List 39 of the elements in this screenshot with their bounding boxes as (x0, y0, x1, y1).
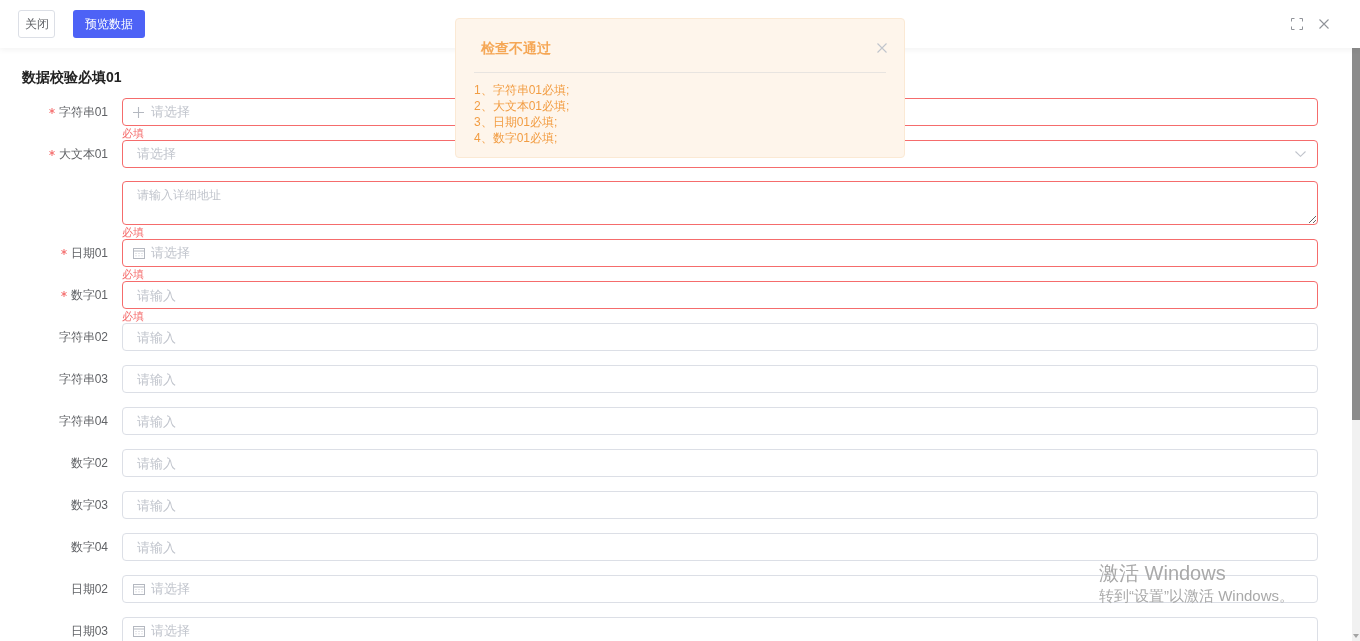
text-input[interactable]: 请输入 (122, 281, 1318, 309)
form-title: 数据校验必填01 (22, 68, 122, 86)
field-label: 日期01 (70, 245, 108, 262)
field-label: 大文本01 (58, 146, 108, 163)
calendar-icon (133, 583, 145, 595)
close-dialog-button[interactable]: 关闭 (18, 10, 55, 38)
error-message: 必填 (122, 226, 144, 239)
fullscreen-icon[interactable] (1291, 18, 1303, 30)
preview-data-button[interactable]: 预览数据 (73, 10, 145, 38)
field-label: 字符串01 (58, 104, 108, 121)
alert-message: 1、字符串01必填; (474, 82, 570, 98)
textarea-field[interactable]: 请输入详细地址 (122, 181, 1318, 225)
alert-title: 检查不通过 (481, 38, 551, 58)
scrollbar-thumb[interactable] (1352, 48, 1360, 420)
date-field[interactable]: 请选择 (122, 239, 1318, 267)
field-label: 日期02 (70, 581, 108, 598)
calendar-icon (133, 247, 145, 259)
plus-icon (133, 106, 144, 118)
field-label: 字符串04 (58, 413, 108, 430)
alert-message: 2、大文本01必填; (474, 98, 570, 114)
alert-message: 3、日期01必填; (474, 114, 558, 130)
chevron-down-icon (1295, 151, 1306, 157)
field-label: 数字01 (70, 287, 108, 304)
error-message: 必填 (122, 268, 144, 281)
alert-message: 4、数字01必填; (474, 130, 558, 146)
field-label: 日期03 (70, 623, 108, 640)
field-label: 字符串03 (58, 371, 108, 388)
field-label: 数字04 (70, 539, 108, 556)
close-icon[interactable] (1319, 19, 1329, 29)
activation-message: 转到“设置”以激活 Windows。 (1099, 587, 1294, 605)
error-message: 必填 (122, 310, 144, 323)
scroll-down-arrow-icon[interactable] (1353, 634, 1359, 638)
error-message: 必填 (122, 127, 144, 140)
calendar-icon (133, 625, 145, 637)
date-field[interactable]: 请选择 (122, 617, 1318, 641)
field-label: 数字02 (70, 455, 108, 472)
close-icon[interactable] (877, 43, 887, 53)
field-label: 数字03 (70, 497, 108, 514)
field-label: 字符串02 (58, 329, 108, 346)
